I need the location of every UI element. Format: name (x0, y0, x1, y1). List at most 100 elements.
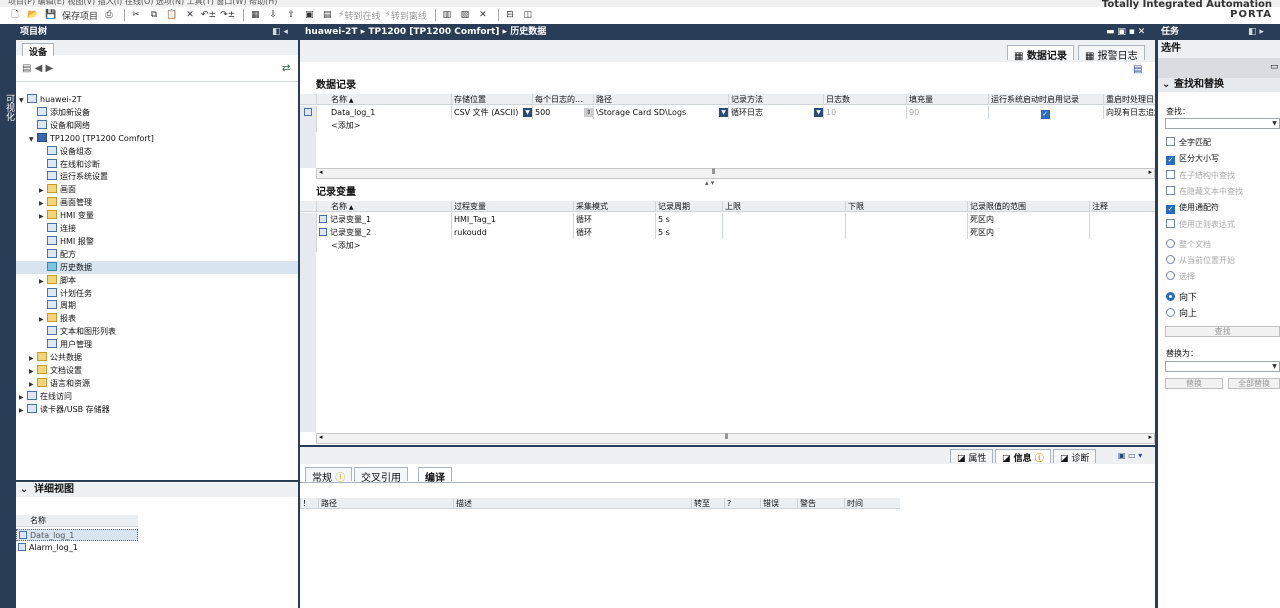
tree-item[interactable]: ▶ 画面管理 (16, 196, 298, 209)
find-option-checkbox[interactable]: 在子结构中查找 (1166, 169, 1235, 182)
tree-item[interactable]: 运行系统设置 (16, 170, 298, 183)
table-cell[interactable]: 记录变量_2 (316, 226, 451, 239)
tree-item[interactable]: 历史数据 (16, 260, 298, 274)
storage-location-select[interactable]: CSV 文件 (ASCII) ▼ (451, 106, 532, 119)
replace-button[interactable]: 替换 (1165, 378, 1223, 389)
open-project-icon[interactable]: 📂 (26, 8, 40, 22)
tree-item[interactable]: 在线和诊断 (16, 158, 298, 171)
tab-properties[interactable]: ◪ 属性 (950, 449, 994, 464)
print-icon[interactable]: ⎙ (102, 8, 116, 22)
table-cell[interactable] (845, 226, 967, 239)
chevron-down-icon[interactable]: ▼ (1270, 362, 1279, 371)
column-header[interactable]: 路径 (593, 94, 728, 105)
redo-icon[interactable]: ↷± (220, 8, 235, 22)
tree-item[interactable]: 连接 (16, 222, 298, 235)
save-icon[interactable]: 💾 (44, 8, 58, 22)
new-project-icon[interactable]: 🗋 (8, 8, 22, 22)
log-method-select[interactable]: 循环日志 ▼ (728, 106, 823, 119)
tree-item[interactable]: HMI 报警 (16, 235, 298, 248)
table-cell[interactable] (1089, 213, 1155, 226)
sort-ascending-icon[interactable]: ▲ (347, 204, 354, 211)
column-header[interactable]: 注释 (1089, 201, 1155, 212)
column-header[interactable]: 错误 (760, 498, 797, 509)
tree-item[interactable]: 配方 (16, 248, 298, 261)
tasks-collapse-icon[interactable]: ◧ ▸ (1248, 25, 1264, 39)
tree-item[interactable]: ▶ 公共数据 (16, 351, 298, 364)
editor-window-controls[interactable]: ▬ ▣ ▪ ✕ (1106, 25, 1145, 39)
scroll-right-icon[interactable]: ▸ (1148, 433, 1152, 441)
tree-item[interactable]: ▶ 报表 (16, 312, 298, 325)
menu-bar[interactable]: 项目(P) 编辑(E) 视图(V) 插入(I) 在线(O) 选项(N) 工具(T… (0, 0, 1280, 7)
tree-view-icon[interactable]: ▤ ◀ ▶ (22, 63, 53, 74)
tree-item[interactable]: ▶ 语言和资源 (16, 377, 298, 390)
paste-icon[interactable]: 📋 (165, 8, 179, 22)
simulation-icon[interactable]: ▤ (320, 8, 334, 22)
scroll-thumb[interactable]: ⦀ (725, 433, 728, 442)
tree-item[interactable]: 添加新设备 (16, 106, 298, 119)
chevron-down-icon[interactable]: ▼ (814, 108, 823, 117)
column-header[interactable]: ! (300, 498, 318, 509)
tree-item[interactable]: 文本和图形列表 (16, 325, 298, 338)
inspector-window-controls[interactable]: ▣ ▭ ▾ (1118, 451, 1142, 460)
undo-icon[interactable]: ↶± (201, 8, 216, 22)
column-header[interactable]: 描述 (453, 498, 691, 509)
tree-item[interactable]: ▼ huawei-2T (16, 93, 298, 106)
detail-view-header[interactable]: ⌄ 详细视图 (16, 483, 298, 497)
column-header[interactable]: ? (724, 498, 760, 509)
go-online-button[interactable]: ⚡ 转到在线 (338, 8, 380, 22)
breadcrumb-item[interactable]: huawei-2T (305, 27, 358, 37)
table-cell[interactable]: 5 s (655, 213, 722, 226)
save-project-button[interactable]: 保存项目 (62, 8, 98, 22)
editor-options-icon[interactable]: ▤ (1133, 64, 1142, 75)
breadcrumb-item[interactable]: 历史数据 (510, 27, 546, 37)
column-header[interactable]: 重启时处理日 (1103, 94, 1155, 105)
collapsed-icon[interactable]: ▶ (19, 404, 27, 417)
scroll-thumb[interactable]: ⦀ (712, 168, 715, 177)
restart-handling[interactable]: 向现有日志追加 (1103, 106, 1155, 119)
horizontal-scrollbar[interactable]: ◂ ⦀ ▸ (316, 168, 1155, 179)
subtab-cross-reference[interactable]: 交叉引用 (354, 467, 408, 484)
tab-alarm-log[interactable]: ▦ 报警日志 (1078, 45, 1145, 62)
direction-radio[interactable]: 向下 (1166, 292, 1197, 304)
find-option-checkbox[interactable]: ✓ 区分大小写 (1166, 153, 1219, 166)
scope-radio[interactable]: 整个文档 (1166, 239, 1211, 251)
tab-devices[interactable]: 设备 (22, 43, 55, 58)
upload-icon[interactable]: ⇧ (284, 8, 298, 22)
cut-icon[interactable]: ✂ (129, 8, 143, 22)
table-cell[interactable] (1089, 226, 1155, 239)
tree-item[interactable]: ▶ 在线访问 (16, 390, 298, 403)
fill-level[interactable]: 90 (906, 106, 988, 119)
tree-item[interactable]: 计划任务 (16, 287, 298, 300)
scope-radio[interactable]: 选择 (1166, 271, 1195, 283)
tree-item[interactable]: ▶ 读卡器/USB 存储器 (16, 403, 298, 416)
direction-radio[interactable]: 向上 (1166, 308, 1197, 320)
split-vertical-icon[interactable]: ◫ (521, 8, 535, 22)
scope-radio[interactable]: 从当前位置开始 (1166, 255, 1235, 267)
table-cell[interactable]: 循环 (573, 226, 655, 239)
row-handle[interactable] (300, 226, 316, 239)
tree-item[interactable]: ▶ 文档设置 (16, 364, 298, 377)
column-header[interactable]: 路径 (318, 498, 453, 509)
column-header[interactable]: 记录方法 (728, 94, 823, 105)
find-option-checkbox[interactable]: 在隐藏文本中查找 (1166, 185, 1243, 198)
column-header[interactable]: 日志数 (823, 94, 906, 105)
column-header[interactable]: 存储位置 (451, 94, 532, 105)
column-header[interactable]: 警告 (797, 498, 844, 509)
tab-data-log[interactable]: ▦ 数据记录 (1007, 45, 1074, 62)
column-header[interactable]: 名称 ▲ (316, 201, 451, 212)
column-header[interactable]: 记录周期 (655, 201, 722, 212)
replace-all-button[interactable]: 全部替换 (1228, 378, 1280, 389)
table-cell[interactable]: 循环 (573, 213, 655, 226)
path-field[interactable]: \Storage Card SD\Logs ▼ (593, 106, 728, 119)
scroll-left-icon[interactable]: ◂ (319, 433, 323, 441)
find-option-checkbox[interactable]: ✓ 使用通配符 (1166, 202, 1219, 215)
table-row[interactable]: 记录变量_2 rukoudd 循环 5 s 死区内 (300, 226, 1155, 239)
add-tag-row[interactable]: <添加> (300, 239, 1155, 252)
column-header[interactable]: 转至 (691, 498, 724, 509)
table-cell[interactable] (722, 226, 845, 239)
find-input[interactable]: ▼ (1165, 118, 1280, 129)
tree-item[interactable]: ▶ HMI 变量 (16, 209, 298, 222)
tab-diagnostics[interactable]: ◪ 诊断 (1053, 449, 1097, 464)
subtab-general[interactable]: 常规 ⓘ (305, 467, 353, 484)
table-cell[interactable]: HMI_Tag_1 (451, 213, 573, 226)
